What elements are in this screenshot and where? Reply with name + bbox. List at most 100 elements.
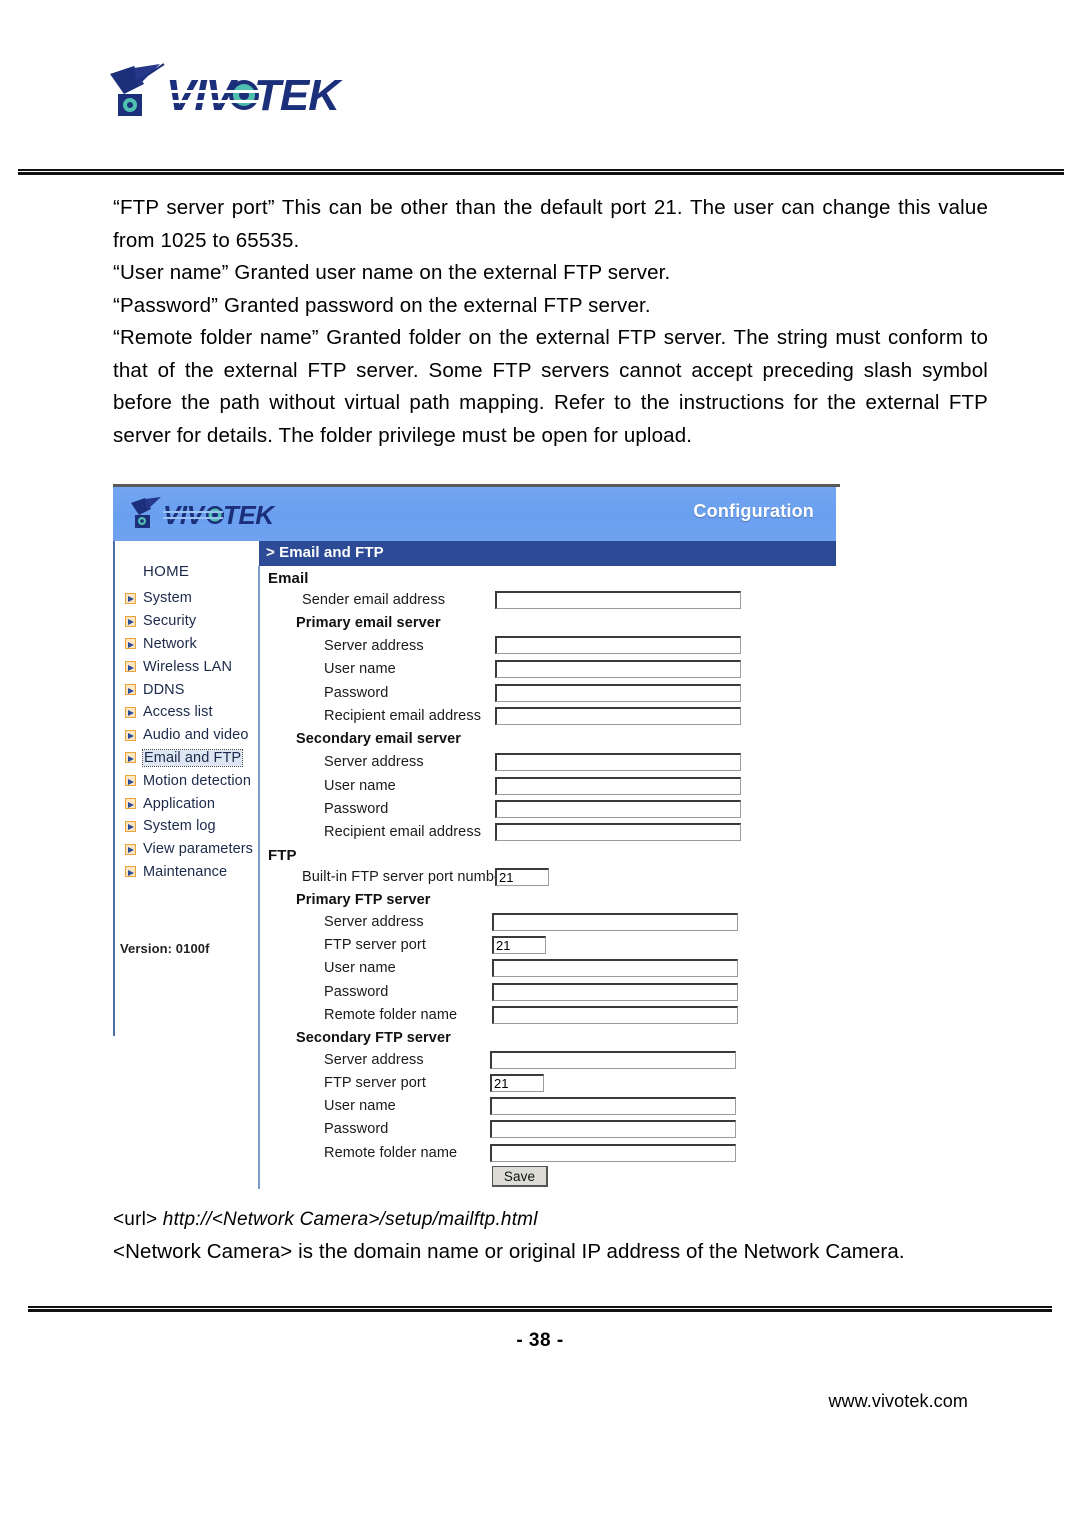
arrow-right-icon bbox=[125, 661, 136, 673]
label-primary-ftp-user-name: User name bbox=[324, 960, 396, 976]
sidebar-item-label: Audio and video bbox=[143, 727, 249, 744]
arrow-right-icon bbox=[125, 775, 136, 787]
svg-text:VIV: VIV bbox=[166, 71, 239, 120]
firmware-version: Version: 0100f bbox=[120, 941, 210, 956]
breadcrumb-bar: > Email and FTP bbox=[258, 541, 840, 566]
sidebar-item-label: Wireless LAN bbox=[143, 658, 233, 675]
arrow-right-icon bbox=[125, 706, 136, 718]
svg-text:VIV: VIV bbox=[163, 500, 207, 530]
label-secondary-email-user-name: User name bbox=[324, 778, 396, 794]
sidebar-item-ddns[interactable]: DDNS bbox=[119, 678, 259, 701]
sidebar-item-application[interactable]: Application bbox=[119, 792, 259, 815]
sidebar-item-network[interactable]: Network bbox=[119, 633, 259, 656]
label-primary-ftp-remote-folder-name: Remote folder name bbox=[324, 1007, 458, 1023]
sidebar-item-label: DDNS bbox=[143, 681, 185, 698]
input-primary-email-user-name[interactable] bbox=[495, 660, 741, 678]
subsection-secondary-email-server: Secondary email server bbox=[296, 731, 462, 747]
sidebar-item-label: Motion detection bbox=[143, 772, 251, 789]
url-note-prefix: <url> bbox=[113, 1209, 158, 1230]
label-primary-ftp-server-port: FTP server port bbox=[324, 937, 426, 953]
sidebar-item-label: Access list bbox=[143, 704, 213, 721]
sidebar-item-label: Application bbox=[143, 795, 216, 812]
label-builtin-ftp-server-port-number: Built-in FTP server port number bbox=[302, 869, 508, 885]
sidebar-menu: System Security Network Wireless LAN DDN… bbox=[119, 587, 259, 883]
input-primary-ftp-password[interactable] bbox=[492, 983, 738, 1001]
closing-note: <Network Camera> is the domain name or o… bbox=[113, 1240, 905, 1263]
arrow-right-icon bbox=[125, 752, 136, 764]
label-secondary-ftp-password: Password bbox=[324, 1121, 389, 1137]
sidebar-item-wireless-lan[interactable]: Wireless LAN bbox=[119, 655, 259, 678]
input-builtin-ftp-server-port-number[interactable] bbox=[495, 868, 549, 886]
label-secondary-ftp-user-name: User name bbox=[324, 1098, 396, 1114]
input-primary-ftp-server-port[interactable] bbox=[492, 936, 546, 954]
arrow-right-icon bbox=[125, 729, 136, 741]
paragraph-remote-folder-name: “Remote folder name” Granted folder on t… bbox=[113, 326, 988, 447]
arrow-right-icon bbox=[125, 843, 136, 855]
input-primary-ftp-remote-folder-name[interactable] bbox=[492, 1006, 738, 1024]
input-secondary-email-password[interactable] bbox=[495, 800, 741, 818]
config-content-panel: Email Sender email address Primary email… bbox=[258, 566, 842, 1189]
label-secondary-ftp-server-address: Server address bbox=[324, 1052, 424, 1068]
subsection-primary-email-server: Primary email server bbox=[296, 615, 441, 631]
input-primary-recipient-email-address[interactable] bbox=[495, 707, 741, 725]
label-secondary-email-server-address: Server address bbox=[324, 754, 424, 770]
vivotek-logo: VIV TEK bbox=[104, 62, 354, 124]
arrow-right-icon bbox=[125, 638, 136, 650]
input-secondary-recipient-email-address[interactable] bbox=[495, 823, 741, 841]
save-button[interactable]: Save bbox=[492, 1166, 548, 1187]
camera-config-screenshot: VIV TEK Configuration > Email and FTP HO… bbox=[113, 484, 842, 1189]
label-primary-ftp-password: Password bbox=[324, 984, 389, 1000]
sidebar-item-email-and-ftp[interactable]: Email and FTP bbox=[119, 747, 259, 770]
subsection-primary-ftp-server: Primary FTP server bbox=[296, 892, 431, 908]
sidebar-item-access-list[interactable]: Access list bbox=[119, 701, 259, 724]
input-secondary-ftp-password[interactable] bbox=[490, 1120, 736, 1138]
label-sender-email-address: Sender email address bbox=[302, 592, 446, 608]
input-secondary-ftp-user-name[interactable] bbox=[490, 1097, 736, 1115]
label-primary-email-server-address: Server address bbox=[324, 638, 424, 654]
input-primary-ftp-server-address[interactable] bbox=[492, 913, 738, 931]
label-primary-email-user-name: User name bbox=[324, 661, 396, 677]
sidebar-item-label: Network bbox=[143, 635, 197, 652]
sidebar-item-motion-detection[interactable]: Motion detection bbox=[119, 769, 259, 792]
input-secondary-email-server-address[interactable] bbox=[495, 753, 741, 771]
label-primary-email-password: Password bbox=[324, 685, 389, 701]
label-primary-recipient-email-address: Recipient email address bbox=[324, 708, 482, 724]
sidebar-item-label: View parameters bbox=[143, 841, 254, 858]
sidebar-item-audio-and-video[interactable]: Audio and video bbox=[119, 724, 259, 747]
input-primary-email-password[interactable] bbox=[495, 684, 741, 702]
sidebar-item-label: Email and FTP bbox=[141, 748, 244, 767]
document-body: “FTP server port” This can be other than… bbox=[113, 192, 988, 452]
app-header-title: Configuration bbox=[693, 501, 814, 521]
sidebar-item-label: System bbox=[143, 590, 192, 607]
svg-text:TEK: TEK bbox=[254, 71, 343, 120]
arrow-right-icon bbox=[125, 615, 136, 627]
subsection-secondary-ftp-server: Secondary FTP server bbox=[296, 1030, 451, 1046]
sidebar-item-view-parameters[interactable]: View parameters bbox=[119, 838, 259, 861]
sidebar-item-label: System log bbox=[143, 818, 216, 835]
section-title-ftp: FTP bbox=[268, 847, 297, 864]
sidebar-item-maintenance[interactable]: Maintenance bbox=[119, 861, 259, 884]
label-secondary-ftp-server-port: FTP server port bbox=[324, 1075, 426, 1091]
input-primary-email-server-address[interactable] bbox=[495, 636, 741, 654]
label-secondary-ftp-remote-folder-name: Remote folder name bbox=[324, 1145, 458, 1161]
sidebar-item-system[interactable]: System bbox=[119, 587, 259, 610]
sidebar-item-security[interactable]: Security bbox=[119, 610, 259, 633]
input-secondary-email-user-name[interactable] bbox=[495, 777, 741, 795]
website-url: www.vivotek.com bbox=[828, 1391, 968, 1411]
input-sender-email-address[interactable] bbox=[495, 591, 741, 609]
input-secondary-ftp-server-address[interactable] bbox=[490, 1051, 736, 1069]
arrow-right-icon bbox=[125, 592, 136, 604]
input-primary-ftp-user-name[interactable] bbox=[492, 959, 738, 977]
app-logo: VIV TEK bbox=[127, 496, 287, 532]
sidebar-item-system-log[interactable]: System log bbox=[119, 815, 259, 838]
sidebar-item-home[interactable]: HOME bbox=[143, 563, 189, 580]
page-number: - 38 - bbox=[516, 1330, 564, 1351]
input-secondary-ftp-remote-folder-name[interactable] bbox=[490, 1144, 736, 1162]
sidebar-item-label: Maintenance bbox=[143, 863, 228, 880]
input-secondary-ftp-server-port[interactable] bbox=[490, 1074, 544, 1092]
url-note-value: http://<Network Camera>/setup/mailftp.ht… bbox=[162, 1209, 538, 1230]
section-title-email: Email bbox=[268, 570, 309, 587]
arrow-right-icon bbox=[125, 866, 136, 878]
sidebar-item-label: Security bbox=[143, 613, 197, 630]
label-secondary-email-password: Password bbox=[324, 801, 389, 817]
